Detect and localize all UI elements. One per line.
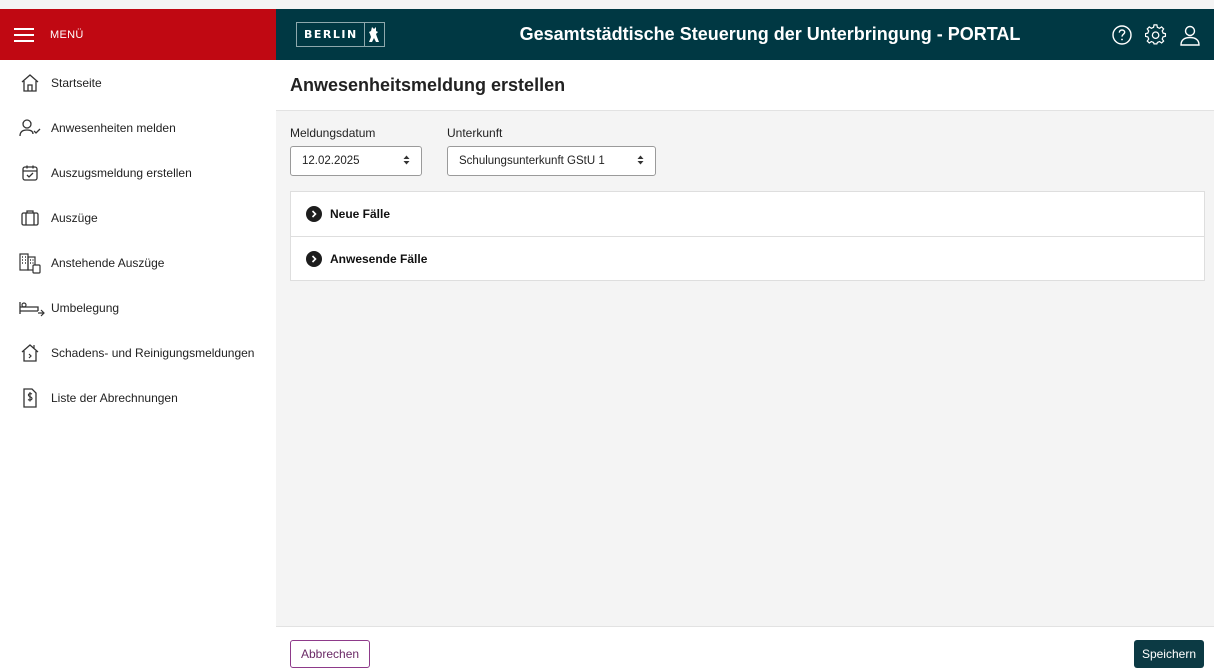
accordion-anwesende-faelle[interactable]: Anwesende Fälle [291,236,1204,280]
bed-icon [19,297,45,319]
unterkunft-field: Unterkunft Schulungsunterkunft GStU 1 [447,126,656,176]
date-label: Meldungsdatum [290,126,376,140]
sidebar-item-auszugsmeldung[interactable]: Auszugsmeldung erstellen [0,150,276,195]
sidebar-item-label: Auszüge [51,210,98,225]
header-actions [1110,23,1202,47]
sidebar-item-label: Anstehende Auszüge [51,255,165,270]
house-damage-icon [19,342,41,364]
hamburger-icon [14,27,34,42]
sidebar-item-label: Auszugsmeldung erstellen [51,165,192,180]
calendar-check-icon [19,162,41,184]
sidebar-item-label: Liste der Abrechnungen [51,390,178,405]
action-footer: Abbrechen Speichern [276,626,1214,671]
cancel-button[interactable]: Abbrechen [290,640,371,668]
case-accordion: Neue Fälle Anwesende Fälle [290,191,1205,281]
accordion-label: Neue Fälle [330,207,391,221]
accordion-label: Anwesende Fälle [330,251,428,266]
save-button[interactable]: Speichern [1133,640,1204,668]
main-content: Anwesenheitsmeldung erstellen Meldungsda… [276,60,1214,671]
sidebar-item-schadensmeldungen[interactable]: Schadens- und Reinigungsmeldungen [0,330,276,375]
date-field: Meldungsdatum 12.02.2025 [290,126,422,176]
invoice-icon [19,387,41,409]
menu-label: MENÜ [50,28,84,41]
date-select[interactable]: 12.02.2025 [290,146,422,176]
unterkunft-select[interactable]: Schulungsunterkunft GStU 1 [447,146,656,176]
help-icon[interactable] [1110,23,1134,47]
header: BERLIN Gesamtstädtische Steuerung der Un… [276,9,1214,60]
unterkunft-value: Schulungsunterkunft GStU 1 [459,155,605,167]
chevron-right-icon [306,250,322,267]
top-bar: MENÜ BERLIN Gesamtstädtische Steuerung d… [0,9,1214,60]
page-header: Anwesenheitsmeldung erstellen [276,60,1214,111]
sidebar-item-anwesenheiten[interactable]: Anwesenheiten melden [0,105,276,150]
menu-button[interactable]: MENÜ [0,9,276,60]
buildings-icon [19,252,41,274]
sidebar-item-anstehende-auszuege[interactable]: Anstehende Auszüge [0,240,276,285]
accordion-neue-faelle[interactable]: Neue Fälle [291,192,1204,236]
sidebar-item-abrechnungen[interactable]: Liste der Abrechnungen [0,375,276,420]
sidebar-item-label: Startseite [51,75,102,90]
sidebar-item-startseite[interactable]: Startseite [0,60,276,105]
sidebar-item-label: Anwesenheiten melden [51,120,176,135]
sidebar-item-auszuege[interactable]: Auszüge [0,195,276,240]
sidebar: Startseite Anwesenheiten melden Auszugsm… [0,60,276,671]
select-arrows-icon [637,155,644,167]
suitcase-icon [19,207,41,229]
sidebar-item-umbelegung[interactable]: Umbelegung [0,285,276,330]
date-value: 12.02.2025 [302,155,360,167]
user-check-icon [19,117,41,139]
sidebar-item-label: Umbelegung [51,300,120,315]
sidebar-item-label: Schadens- und Reinigungsmeldungen [51,345,255,360]
settings-icon[interactable] [1144,23,1168,47]
home-icon [19,72,41,94]
unterkunft-label: Unterkunft [447,126,503,140]
select-arrows-icon [403,155,410,167]
portal-title: Gesamtstädtische Steuerung der Unterbrin… [519,24,1021,44]
chevron-right-icon [306,206,322,222]
page-title: Anwesenheitsmeldung erstellen [290,74,566,95]
filter-bar: Meldungsdatum 12.02.2025 Unterkunft Schu… [290,126,656,176]
user-icon[interactable] [1178,23,1202,47]
